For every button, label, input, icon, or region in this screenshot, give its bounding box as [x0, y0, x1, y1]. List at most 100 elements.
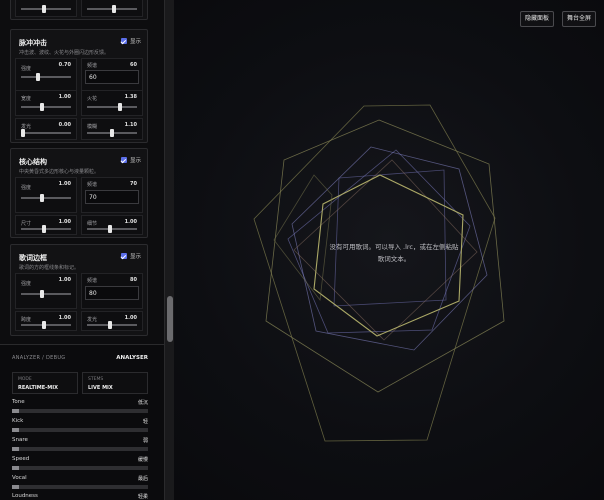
meter-fill	[12, 428, 19, 432]
hide-panel-button[interactable]: 隐藏面板	[520, 11, 555, 27]
lyric-spectrum-field[interactable]: 频谱 80 80	[81, 273, 143, 309]
control-value: 0.00	[58, 122, 71, 128]
pulse-strength-slider[interactable]: 强度 0.70	[15, 58, 77, 94]
slider-knob[interactable]	[42, 5, 46, 13]
core-strength-slider[interactable]: 强度 1.00	[15, 177, 77, 213]
slider-track[interactable]	[21, 197, 71, 199]
core-card: 核心结构 中央黄昏式多边形核心与液量颗粒。 显示 强度 1.00 频谱 70 7…	[10, 148, 148, 238]
control-label: 发光	[87, 317, 98, 323]
core-size-slider[interactable]: 尺寸 1.00	[15, 215, 77, 235]
slider-track[interactable]	[87, 228, 137, 230]
empty-lyric-message: 没有可用歌词。可以导入 .lrc，或在左侧粘贴 歌词文本。	[314, 241, 474, 265]
number-input[interactable]: 60	[85, 70, 139, 84]
slider-knob[interactable]	[40, 194, 44, 202]
slider-knob[interactable]	[118, 103, 122, 111]
control-label: 频谱	[87, 278, 98, 284]
meter-value: 低沉	[137, 400, 148, 406]
slider-knob[interactable]	[110, 129, 114, 137]
slider-knob[interactable]	[42, 321, 46, 329]
core-show-toggle[interactable]: 显示	[120, 156, 141, 164]
control-value: 1.38	[124, 94, 137, 100]
analyzer-tag: ANALYSER	[116, 355, 148, 361]
slider-knob[interactable]	[40, 290, 44, 298]
core-spectrum-field[interactable]: 频谱 70 70	[81, 177, 143, 213]
slider-knob[interactable]	[36, 73, 40, 81]
pulse-spark-slider[interactable]: 火花 1.38	[81, 90, 143, 116]
meter-label: Speed	[12, 456, 30, 462]
meter-kick: Kick 轻	[12, 418, 148, 434]
partial-slider-right[interactable]	[81, 0, 143, 17]
lyric-span-slider[interactable]: 跨度 1.00	[15, 311, 77, 331]
analyzer-title: ANALYZER / DEBUG	[12, 355, 66, 361]
pulse-show-toggle[interactable]: 显示	[120, 37, 141, 45]
meter-speed: Speed 缓慢	[12, 456, 148, 472]
show-label: 显示	[129, 254, 141, 260]
visual-stage: 隐藏面板 舞台全屏 没有可用歌词。可以导入 .lrc，或在左侧粘贴 歌词文本。	[174, 0, 604, 500]
slider-track[interactable]	[21, 228, 71, 230]
control-label: 强度	[21, 66, 32, 72]
control-value: 1.00	[58, 277, 71, 283]
number-input[interactable]: 70	[85, 190, 139, 204]
scrollbar-thumb[interactable]	[167, 296, 173, 342]
control-value: 0.70	[58, 62, 71, 68]
lyric-glow-slider[interactable]: 发光 1.00	[81, 311, 143, 331]
control-label: 频谱	[87, 182, 98, 188]
slider-knob[interactable]	[108, 321, 112, 329]
slider-knob[interactable]	[112, 5, 116, 13]
meter-bar	[12, 409, 148, 413]
panel-scrollbar[interactable]	[164, 0, 174, 500]
checkbox-icon[interactable]	[120, 157, 127, 163]
lyric-strength-slider[interactable]: 强度 1.00	[15, 273, 77, 309]
control-label: 细节	[87, 221, 98, 227]
pulse-spectrum-field[interactable]: 频谱 60 60	[81, 58, 143, 94]
empty-lyric-line2: 歌词文本。	[377, 255, 411, 263]
control-label: 强度	[21, 185, 32, 191]
empty-lyric-line1: 没有可用歌词。可以导入 .lrc，或在左侧粘贴	[329, 243, 459, 251]
lyric-subtitle: 歌词的方的框线条和标记。	[19, 265, 80, 271]
pulse-width-slider[interactable]: 宽度 1.00	[15, 90, 77, 116]
meter-bar	[12, 428, 148, 432]
meter-bar	[12, 447, 148, 451]
mode-value: REALTIME-MIX	[18, 385, 58, 391]
meter-label: Tone	[12, 399, 25, 405]
slider-track[interactable]	[21, 106, 71, 108]
slider-knob[interactable]	[108, 225, 112, 233]
mode-key: MODE	[18, 377, 32, 382]
show-label: 显示	[129, 158, 141, 164]
slider-track[interactable]	[87, 324, 137, 326]
slider-knob[interactable]	[21, 129, 25, 137]
slider-track[interactable]	[21, 324, 71, 326]
slider-knob[interactable]	[40, 103, 44, 111]
meter-bar	[12, 485, 148, 489]
meter-label: Kick	[12, 418, 24, 424]
meter-value: 弱	[142, 438, 148, 444]
meter-fill	[12, 409, 19, 413]
meter-value: 最后	[137, 476, 148, 482]
slider-knob[interactable]	[42, 225, 46, 233]
slider-track[interactable]	[21, 76, 71, 78]
control-value: 60	[130, 62, 137, 68]
analyzer-panel: ANALYZER / DEBUG ANALYSER MODE REALTIME-…	[0, 344, 164, 500]
lyric-show-toggle[interactable]: 显示	[120, 252, 141, 260]
pulse-blur-slider[interactable]: 模糊 1.10	[81, 118, 143, 140]
stems-key: STEMS	[88, 377, 104, 382]
number-input[interactable]: 80	[85, 286, 139, 300]
meter-loudness: Loudness 轻柔	[12, 493, 148, 500]
meter-label: Vocal	[12, 475, 27, 481]
app-root: 脉冲冲击 冲击波、波纹、火花与外圈闪边形反馈。 显示 强度 0.70 频谱 60…	[0, 0, 604, 500]
slider-track[interactable]	[21, 8, 71, 10]
meter-fill	[12, 447, 19, 451]
core-detail-slider[interactable]: 细节 1.00	[81, 215, 143, 235]
control-label: 跨度	[21, 317, 32, 323]
partial-slider-left[interactable]	[15, 0, 77, 17]
pulse-glow-slider[interactable]: 发光 0.00	[15, 118, 77, 140]
checkbox-icon[interactable]	[120, 253, 127, 259]
control-label: 模糊	[87, 124, 98, 130]
slider-track[interactable]	[21, 132, 71, 134]
stage-fullscreen-button[interactable]: 舞台全屏	[562, 11, 597, 27]
checkbox-icon[interactable]	[120, 38, 127, 44]
meter-snare: Snare 弱	[12, 437, 148, 453]
control-value: 1.10	[124, 122, 137, 128]
slider-track[interactable]	[87, 106, 137, 108]
slider-track[interactable]	[21, 293, 71, 295]
